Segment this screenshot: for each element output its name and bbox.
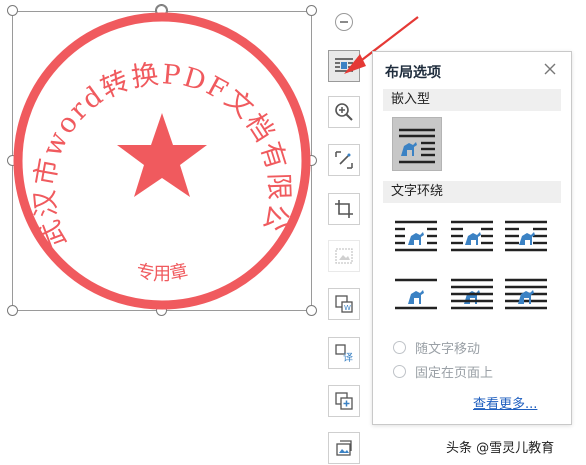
section-inline-header: 嵌入型: [383, 89, 561, 111]
image-to-word-button[interactable]: W: [328, 288, 360, 320]
image-batch-button[interactable]: [328, 432, 360, 464]
option-move-with-text[interactable]: 随文字移动: [393, 338, 480, 357]
wrap-option-top-bottom[interactable]: [393, 276, 439, 312]
image-add-icon: [335, 392, 353, 410]
crop-button[interactable]: [328, 193, 360, 225]
inline-layout-icon: [399, 128, 435, 164]
option-move-with-text-label: 随文字移动: [415, 342, 481, 357]
tight-wrap-icon: [451, 220, 493, 252]
wrap-option-inline[interactable]: [392, 117, 442, 171]
svg-text:W: W: [344, 304, 351, 312]
image-translate-icon: 译: [335, 344, 353, 363]
company-seal-image: 武汉市word转换PDF文档有限公司 专用章: [12, 11, 311, 310]
image-batch-icon: [336, 440, 352, 456]
wrap-option-square[interactable]: [393, 218, 439, 254]
in-front-of-text-icon: [505, 278, 547, 310]
wrap-option-behind-text[interactable]: [449, 276, 495, 312]
wrap-option-tight[interactable]: [449, 218, 495, 254]
seal-star-icon: [117, 113, 207, 197]
layout-options-panel: 布局选项 嵌入型 文字环绕 随文字移动 固定在页面上 查看更多...: [372, 51, 572, 425]
see-more-link[interactable]: 查看更多...: [473, 393, 537, 412]
image-frame-icon: [335, 248, 353, 264]
svg-text:译: 译: [343, 352, 353, 363]
watermark-text: 头条 @雪灵儿教育: [446, 441, 555, 456]
through-wrap-icon: [505, 220, 547, 252]
behind-text-icon: [451, 278, 493, 310]
radio-icon[interactable]: [393, 341, 406, 354]
option-fix-on-page[interactable]: 固定在页面上: [393, 362, 493, 381]
option-fix-on-page-label: 固定在页面上: [415, 366, 494, 381]
close-icon[interactable]: [543, 62, 557, 76]
image-to-word-icon: W: [335, 295, 353, 313]
section-wrap-header: 文字环绕: [383, 181, 561, 203]
seal-bottom-text: 专用章: [134, 260, 189, 284]
zoom-in-icon: [335, 103, 353, 121]
crop-fit-button[interactable]: [328, 144, 360, 176]
wrap-option-in-front[interactable]: [503, 276, 549, 312]
zoom-in-button[interactable]: [328, 96, 360, 128]
crop-icon: [335, 200, 353, 218]
image-add-button[interactable]: [328, 385, 360, 417]
wrap-option-through[interactable]: [503, 218, 549, 254]
image-frame-button[interactable]: [328, 240, 360, 272]
panel-title: 布局选项: [385, 65, 441, 81]
radio-icon[interactable]: [393, 365, 406, 378]
top-bottom-wrap-icon: [395, 278, 437, 310]
image-translate-button[interactable]: 译: [328, 337, 360, 369]
square-wrap-icon: [395, 220, 437, 252]
crop-fit-icon: [335, 151, 353, 169]
